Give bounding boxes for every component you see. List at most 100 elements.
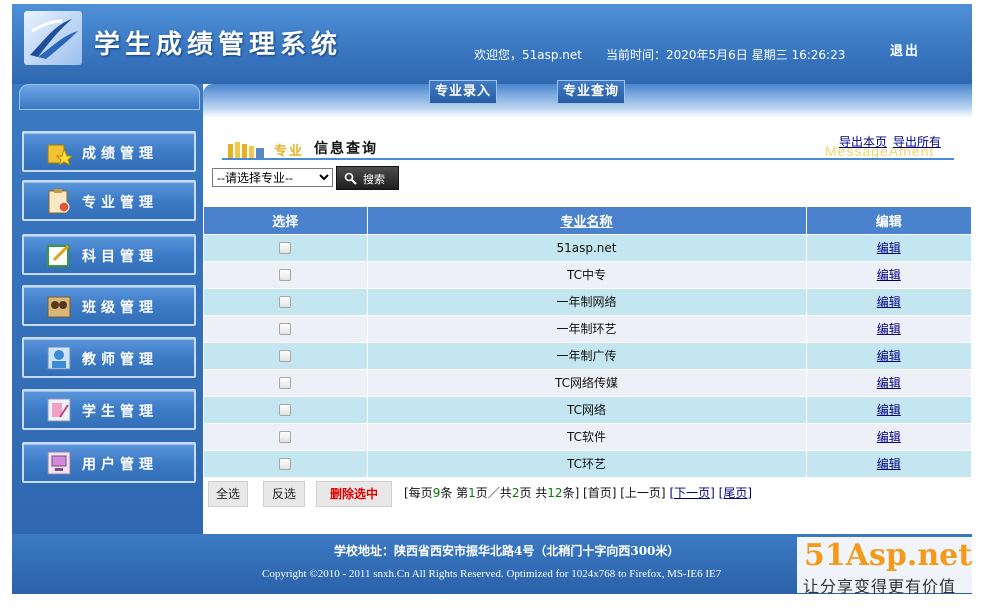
user-computer-icon: [47, 451, 71, 475]
row-checkbox[interactable]: [279, 242, 292, 254]
major-name-cell: 一年制网络: [367, 287, 807, 315]
column-header-major-name[interactable]: 专业名称: [367, 207, 807, 234]
table-row: TC网络 编辑: [204, 395, 971, 423]
watermark-logo: 51Asp.net: [804, 538, 973, 573]
edit-link[interactable]: 编辑: [877, 403, 901, 417]
select-all-button[interactable]: 全选: [208, 481, 248, 507]
column-header-edit: 编辑: [806, 207, 971, 234]
table-row: TC软件 编辑: [204, 422, 971, 450]
last-page-link[interactable]: [尾页]: [719, 486, 752, 500]
pager-text: [每页: [404, 486, 433, 500]
section-divider: [222, 158, 954, 160]
edit-cell: 编辑: [806, 341, 971, 369]
logout-link[interactable]: 退出: [890, 40, 920, 59]
section-subtitle: 专业: [274, 144, 305, 159]
edit-link[interactable]: 编辑: [877, 430, 901, 444]
major-name-cell: TC环艺: [367, 449, 807, 477]
sidebar: 成绩管理 专业管理 科目管理 班级管理 教师管理 学生管理 用户管理: [12, 110, 203, 534]
edit-link[interactable]: 编辑: [877, 295, 901, 309]
school-address: 学校地址：陕西省西安市振华北路4号（北稍门十字向西300米）: [334, 544, 680, 558]
major-name-cell: TC网络: [367, 395, 807, 423]
tab-major-query[interactable]: 专业查询: [557, 80, 626, 104]
welcome-text: 欢迎您，51asp.net: [474, 48, 583, 62]
major-name-cell: TC网络传媒: [367, 368, 807, 396]
sidebar-header: [19, 84, 200, 110]
next-page-link[interactable]: [下一页]: [669, 486, 714, 500]
invert-selection-button[interactable]: 反选: [263, 481, 305, 507]
delete-selected-button[interactable]: 删除选中: [316, 481, 392, 507]
edit-cell: 编辑: [806, 287, 971, 315]
sidebar-item-label: 学生管理: [82, 404, 158, 420]
table-row: TC中专 编辑: [204, 260, 971, 288]
folder-star-icon: [47, 144, 72, 165]
teacher-user-icon: [47, 346, 71, 370]
sidebar-item-label: 班级管理: [82, 300, 158, 316]
row-select-cell: [204, 368, 368, 396]
row-checkbox[interactable]: [279, 458, 292, 471]
sidebar-item-label: 专业管理: [82, 195, 158, 211]
edit-cell: 编辑: [806, 233, 971, 261]
row-checkbox[interactable]: [279, 377, 292, 389]
row-checkbox[interactable]: [279, 404, 292, 416]
row-checkbox[interactable]: [279, 350, 292, 362]
row-select-cell: [204, 422, 368, 450]
edit-cell: 编辑: [806, 314, 971, 342]
edit-cell: 编辑: [806, 422, 971, 450]
sidebar-item-classes[interactable]: 班级管理: [22, 285, 196, 326]
search-button[interactable]: 搜索: [336, 166, 399, 190]
edit-link[interactable]: 编辑: [877, 376, 901, 390]
row-checkbox[interactable]: [279, 269, 292, 281]
major-name-cell: TC中专: [367, 260, 807, 288]
search-button-label: 搜索: [363, 173, 385, 186]
clipboard-icon: [48, 189, 70, 214]
sidebar-item-teachers[interactable]: 教师管理: [22, 337, 196, 378]
edit-link[interactable]: 编辑: [877, 349, 901, 363]
pager: [每页9条 第1页／共2页 共12条] [首页] [上一页] [下一页] [尾页…: [404, 484, 752, 501]
pager-text: 条 第: [440, 486, 469, 500]
column-header-select: 选择: [204, 207, 368, 234]
edit-cell: 编辑: [806, 449, 971, 477]
edit-cell: 编辑: [806, 395, 971, 423]
current-datetime: 当前时间：2020年5月6日 星期三 16:26:23: [606, 48, 846, 62]
search-icon: [344, 172, 357, 185]
sidebar-item-subjects[interactable]: 科目管理: [22, 234, 196, 275]
pager-text: 页／共: [475, 486, 512, 500]
row-checkbox[interactable]: [279, 296, 292, 308]
sidebar-item-label: 用户管理: [82, 457, 158, 473]
pager-text: 条] [首页] [上一页]: [562, 486, 666, 500]
table-row: TC环艺 编辑: [204, 449, 971, 477]
row-checkbox[interactable]: [279, 323, 292, 335]
table-header-row: 选择 专业名称 编辑: [204, 207, 971, 234]
row-checkbox[interactable]: [279, 431, 292, 443]
row-select-cell: [204, 395, 368, 423]
current-page: 1: [468, 486, 476, 500]
edit-link[interactable]: 编辑: [877, 322, 901, 336]
sidebar-item-grades[interactable]: 成绩管理: [22, 131, 196, 172]
major-name-cell: TC软件: [367, 422, 807, 450]
major-select[interactable]: --请选择专业--: [212, 168, 333, 187]
edit-cell: 编辑: [806, 260, 971, 288]
sidebar-item-majors[interactable]: 专业管理: [22, 180, 196, 221]
table-row: 一年制网络 编辑: [204, 287, 971, 315]
total-records: 12: [547, 486, 563, 500]
major-name-cell: 51asp.net: [367, 233, 807, 261]
major-name-cell: 一年制环艺: [367, 314, 807, 342]
edit-link[interactable]: 编辑: [877, 457, 901, 471]
major-table: 选择 专业名称 编辑 51asp.net 编辑 TC中专 编辑 一年制网络 编辑 一年制环艺…: [204, 207, 971, 477]
major-name-cell: 一年制广传: [367, 341, 807, 369]
sidebar-item-students[interactable]: 学生管理: [22, 389, 196, 430]
edit-link[interactable]: 编辑: [877, 241, 901, 255]
table-row: 一年制广传 编辑: [204, 341, 971, 369]
logo-icon: [24, 11, 82, 65]
table-row: 51asp.net 编辑: [204, 233, 971, 261]
sidebar-item-label: 教师管理: [82, 352, 158, 368]
sidebar-item-users[interactable]: 用户管理: [22, 442, 196, 483]
group-icon: [47, 296, 71, 318]
watermark-slogan: 让分享变得更有价值: [803, 577, 957, 596]
system-title: 学生成绩管理系统: [94, 30, 343, 60]
edit-link[interactable]: 编辑: [877, 268, 901, 282]
row-select-cell: [204, 233, 368, 261]
tab-major-entry[interactable]: 专业录入: [429, 80, 498, 104]
export-page-link[interactable]: 导出本页: [839, 133, 887, 150]
export-all-link[interactable]: 导出所有: [893, 133, 941, 150]
